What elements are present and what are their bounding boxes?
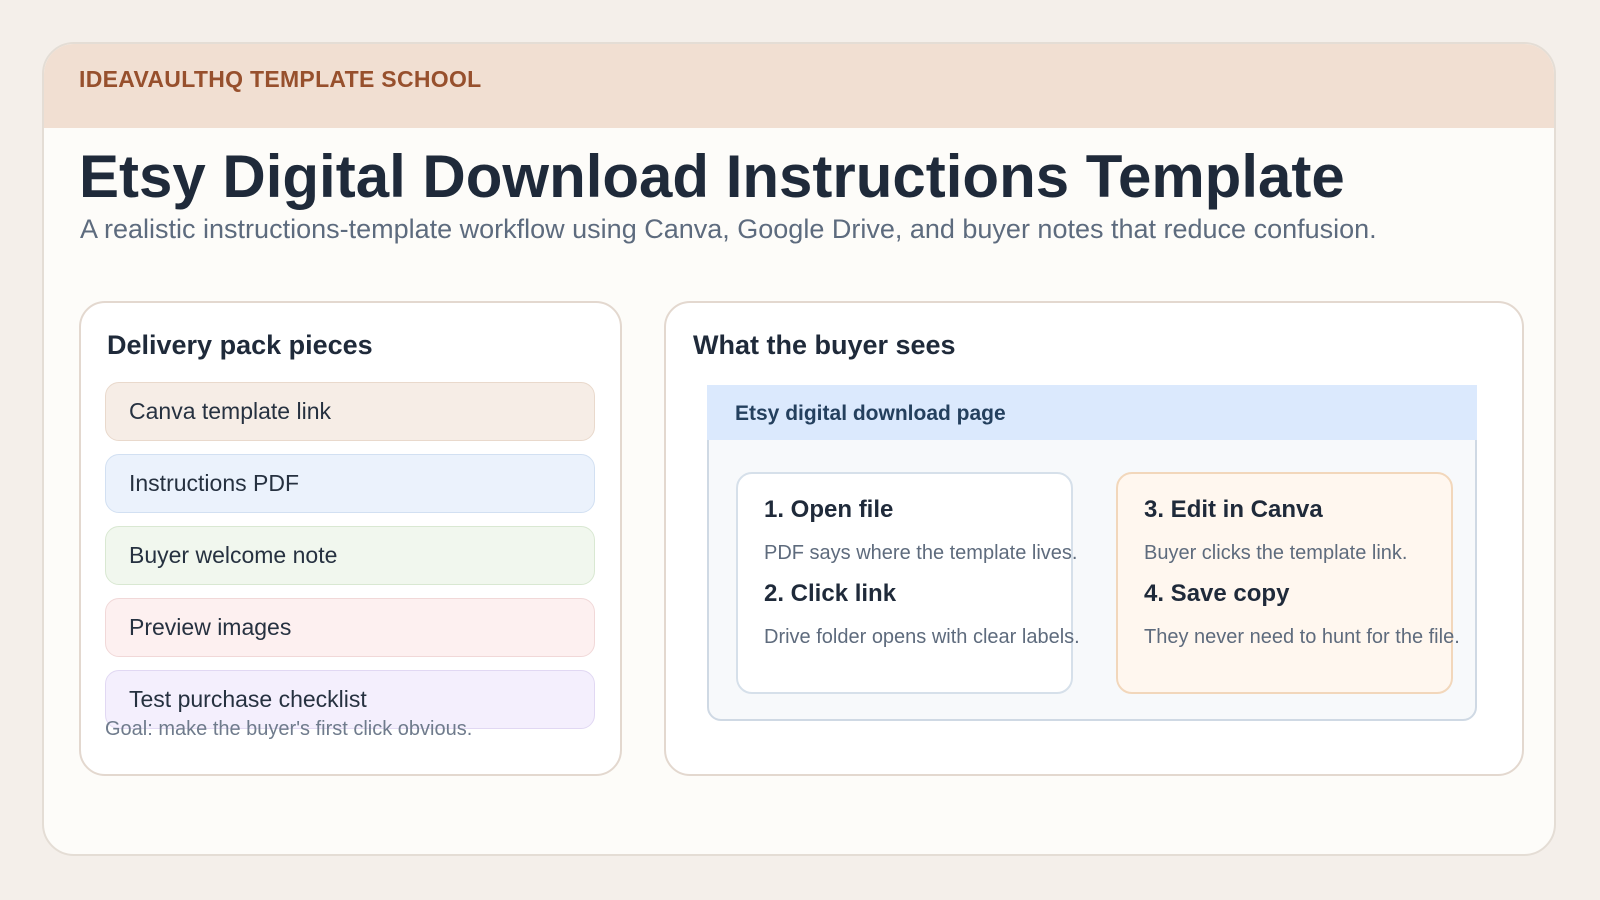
step-4-title: 4. Save copy — [1144, 580, 1290, 607]
etsy-download-page-mock: Etsy digital download page 1. Open file … — [707, 385, 1477, 721]
pack-item-instructions-pdf: Instructions PDF — [105, 454, 595, 513]
buyer-view-title: What the buyer sees — [693, 330, 956, 360]
step-4-desc: They never need to hunt for the file. — [1144, 626, 1460, 648]
pack-item-label: Preview images — [129, 614, 292, 640]
buyer-view-panel: What the buyer sees Etsy digital downloa… — [664, 301, 1524, 776]
pack-item-label: Test purchase checklist — [129, 686, 367, 712]
step-1-title: 1. Open file — [764, 496, 894, 523]
brand-label: IDEAVAULTHQ TEMPLATE SCHOOL — [79, 66, 482, 92]
pack-item-canva-link: Canva template link — [105, 382, 595, 441]
pack-item-preview-images: Preview images — [105, 598, 595, 657]
step-1-desc: PDF says where the template lives. — [764, 542, 1078, 564]
pack-item-label: Buyer welcome note — [129, 542, 338, 568]
step-2-title: 2. Click link — [764, 580, 897, 607]
etsy-page-header: Etsy digital download page — [707, 385, 1477, 440]
pack-item-welcome-note: Buyer welcome note — [105, 526, 595, 585]
pack-item-label: Canva template link — [129, 398, 331, 424]
main-card: IDEAVAULTHQ TEMPLATE SCHOOL Etsy Digital… — [42, 42, 1556, 856]
delivery-goal-note: Goal: make the buyer's first click obvio… — [105, 718, 473, 740]
page-title: Etsy Digital Download Instructions Templ… — [79, 143, 1345, 210]
delivery-pack-panel: Delivery pack pieces Canva template link… — [79, 301, 622, 776]
page-subtitle: A realistic instructions-template workfl… — [80, 214, 1377, 244]
step-3-desc: Buyer clicks the template link. — [1144, 542, 1408, 564]
steps-card-left: 1. Open file PDF says where the template… — [736, 472, 1080, 694]
pack-item-label: Instructions PDF — [129, 470, 299, 496]
etsy-page-label: Etsy digital download page — [735, 402, 1006, 425]
step-2-desc: Drive folder opens with clear labels. — [764, 626, 1080, 648]
step-3-title: 3. Edit in Canva — [1144, 496, 1323, 523]
steps-card-right: 3. Edit in Canva Buyer clicks the templa… — [1116, 472, 1460, 694]
delivery-pack-title: Delivery pack pieces — [107, 330, 373, 360]
brand-banner: IDEAVAULTHQ TEMPLATE SCHOOL — [44, 44, 1554, 128]
